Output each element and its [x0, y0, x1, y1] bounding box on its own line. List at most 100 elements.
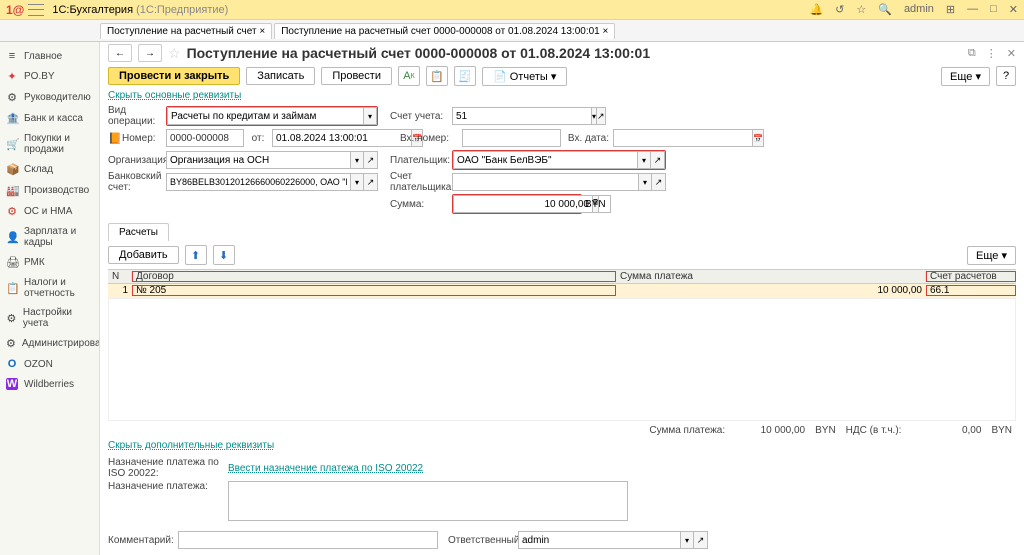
- write-button[interactable]: Записать: [246, 67, 315, 85]
- hamburger-icon[interactable]: [28, 4, 44, 16]
- payer-acc-field[interactable]: [452, 173, 638, 191]
- register-button[interactable]: 🧾: [454, 66, 476, 86]
- hide-main-link[interactable]: Скрыть основные реквизиты: [100, 90, 1024, 103]
- open-icon[interactable]: ↗: [652, 173, 666, 191]
- open-icon[interactable]: ↗: [597, 107, 606, 125]
- post-button[interactable]: Провести: [321, 67, 392, 85]
- nav-assets[interactable]: ⚙ОС и НМА: [0, 201, 99, 222]
- comment-field[interactable]: [178, 531, 438, 549]
- chevron-down-icon[interactable]: ▾: [350, 151, 364, 169]
- iso-link[interactable]: Ввести назначение платежа по ISO 20022: [228, 463, 423, 474]
- nav-manager[interactable]: ⚙Руководителю: [0, 87, 99, 108]
- menu-dots-icon[interactable]: ⋮: [986, 47, 997, 60]
- nav-hr[interactable]: 👤Зарплата и кадры: [0, 222, 99, 252]
- grid-body[interactable]: [108, 299, 1016, 421]
- nav-main[interactable]: ≡Главное: [0, 46, 99, 66]
- chevron-down-icon[interactable]: ▾: [637, 151, 651, 169]
- move-down-button[interactable]: ⬇: [213, 245, 235, 265]
- wb-icon: W: [6, 378, 18, 390]
- org-label: Организация:: [108, 155, 166, 166]
- open-icon[interactable]: ↗: [694, 531, 708, 549]
- operation-select[interactable]: [167, 107, 363, 125]
- responsible-label: Ответственный:: [438, 535, 518, 546]
- total-vat-label: НДС (в т.ч.):: [846, 425, 902, 436]
- nav-settings[interactable]: ⚙Настройки учета: [0, 303, 99, 333]
- grid-header: N Договор Сумма платежа Счет расчетов: [108, 269, 1016, 284]
- nav-rmk[interactable]: 🖨РМК: [0, 252, 99, 273]
- minimize-icon[interactable]: —: [967, 3, 978, 16]
- tab-settlements[interactable]: Расчеты: [108, 223, 169, 241]
- gear-icon: ⚙: [6, 205, 18, 218]
- total-vat: 0,00: [911, 425, 981, 436]
- open-icon[interactable]: ↗: [651, 151, 665, 169]
- total-sum-label: Сумма платежа:: [649, 425, 725, 436]
- back-button[interactable]: ←: [108, 44, 132, 62]
- app-title: 1С:Бухгалтерия (1С:Предприятие): [52, 4, 228, 16]
- responsible-field[interactable]: [518, 531, 680, 549]
- nav-bank[interactable]: 🏦Банк и касса: [0, 108, 99, 129]
- status-icon[interactable]: 📙: [108, 132, 122, 145]
- nav-tax[interactable]: 📋Налоги и отчетность: [0, 273, 99, 303]
- bank-acc-field[interactable]: [166, 173, 350, 191]
- move-up-button[interactable]: ⬆: [185, 245, 207, 265]
- favorite-icon[interactable]: ☆: [168, 45, 181, 62]
- in-date-field[interactable]: [613, 129, 752, 147]
- post-and-close-button[interactable]: Провести и закрыть: [108, 67, 240, 85]
- nav-warehouse[interactable]: 📦Склад: [0, 159, 99, 180]
- gear-icon: ⚙: [6, 312, 17, 325]
- close-page-icon[interactable]: ✕: [1007, 47, 1016, 60]
- grid-more-button[interactable]: Еще ▾: [967, 246, 1016, 265]
- reports-button[interactable]: 📄 Отчеты ▾: [482, 67, 567, 86]
- from-label: от:: [244, 133, 272, 144]
- help-button[interactable]: ?: [996, 66, 1016, 86]
- open-icon[interactable]: ↗: [364, 173, 378, 191]
- chevron-down-icon[interactable]: ▾: [363, 107, 377, 125]
- user-name[interactable]: admin: [904, 3, 934, 16]
- list-button[interactable]: 📋: [426, 66, 448, 86]
- in-number-field[interactable]: [462, 129, 561, 147]
- gear-icon: ⚙: [6, 91, 18, 104]
- box-icon: 📦: [6, 163, 18, 176]
- total-sum: 10 000,00: [735, 425, 805, 436]
- nav-ozon[interactable]: OOZON: [0, 354, 99, 374]
- add-button[interactable]: Добавить: [108, 246, 179, 264]
- purpose-textarea[interactable]: [228, 481, 628, 521]
- chevron-down-icon[interactable]: ▾: [350, 173, 364, 191]
- sum-label: Сумма:: [390, 199, 452, 210]
- more-button[interactable]: Еще ▾: [941, 67, 990, 86]
- star-icon[interactable]: ☆: [856, 3, 866, 16]
- org-field[interactable]: [166, 151, 350, 169]
- nav-poby[interactable]: ✦PO.BY: [0, 66, 99, 87]
- nav-wb[interactable]: WWildberries: [0, 374, 99, 394]
- hide-extra-link[interactable]: Скрыть дополнительные реквизиты: [100, 440, 1024, 453]
- bank-acc-label: Банковский счет:: [108, 171, 166, 193]
- payer-field[interactable]: [453, 151, 637, 169]
- nav-sales[interactable]: 🛒Покупки и продажи: [0, 129, 99, 159]
- detach-icon[interactable]: ⧉: [968, 47, 976, 60]
- purpose-label: Назначение платежа:: [108, 481, 228, 492]
- payer-label: Плательщик:: [390, 155, 452, 166]
- nav-manuf[interactable]: 🏭Производство: [0, 180, 99, 201]
- tabbar: Поступление на расчетный счет × Поступле…: [0, 20, 1024, 42]
- search-icon[interactable]: 🔍: [878, 3, 892, 16]
- chevron-down-icon[interactable]: ▾: [680, 531, 694, 549]
- sum-field[interactable]: [453, 195, 592, 213]
- forward-button[interactable]: →: [138, 44, 162, 62]
- bell-icon[interactable]: 🔔: [809, 3, 823, 16]
- open-icon[interactable]: ↗: [364, 151, 378, 169]
- calendar-icon[interactable]: 📅: [752, 129, 764, 147]
- date-field[interactable]: [272, 129, 411, 147]
- table-row[interactable]: 1 № 205 10 000,00 66.1: [108, 284, 1016, 299]
- number-field[interactable]: [166, 129, 244, 147]
- chevron-down-icon[interactable]: ▾: [638, 173, 652, 191]
- nav-admin[interactable]: ⚙Администрирование: [0, 333, 99, 354]
- close-icon[interactable]: ✕: [1009, 3, 1018, 16]
- clipboard-icon: 📋: [6, 282, 18, 295]
- tab[interactable]: Поступление на расчетный счет ×: [100, 23, 272, 39]
- account-field[interactable]: [452, 107, 591, 125]
- windows-icon[interactable]: ⊞: [946, 3, 955, 16]
- tab[interactable]: Поступление на расчетный счет 0000-00000…: [274, 23, 615, 39]
- history-icon[interactable]: ↺: [835, 3, 844, 16]
- maximize-icon[interactable]: □: [990, 3, 997, 16]
- dk-button[interactable]: АК: [398, 66, 420, 86]
